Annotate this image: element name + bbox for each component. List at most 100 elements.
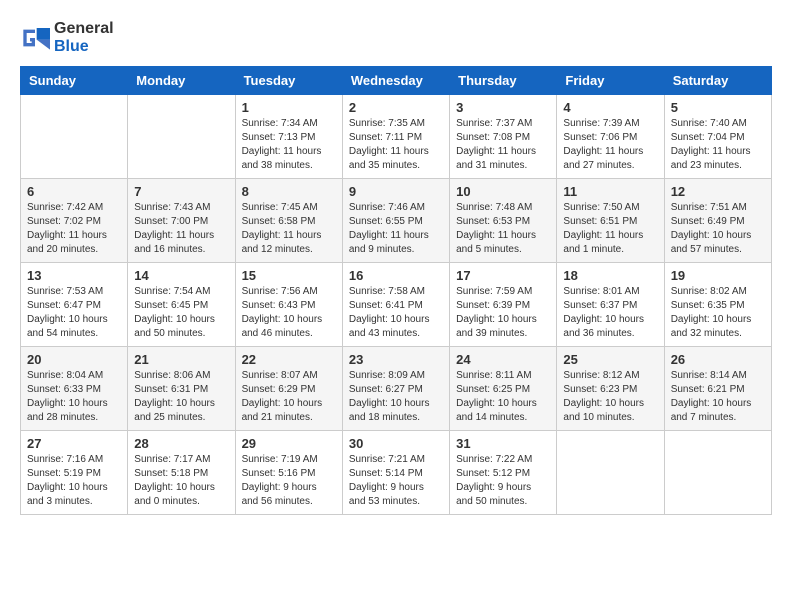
day-number: 12 bbox=[671, 184, 765, 199]
calendar-cell: 29 Sunrise: 7:19 AM Sunset: 5:16 PM Dayli… bbox=[235, 431, 342, 515]
calendar-cell: 8 Sunrise: 7:45 AM Sunset: 6:58 PM Daylig… bbox=[235, 179, 342, 263]
calendar-cell: 27 Sunrise: 7:16 AM Sunset: 5:19 PM Dayli… bbox=[21, 431, 128, 515]
calendar-cell: 7 Sunrise: 7:43 AM Sunset: 7:00 PM Daylig… bbox=[128, 179, 235, 263]
calendar-cell: 18Sunrise: 8:01 AM Sunset: 6:37 PM Dayli… bbox=[557, 263, 664, 347]
day-number: 28 bbox=[134, 436, 228, 451]
calendar-cell: 21 Sunrise: 8:06 AM Sunset: 6:31 PM Dayli… bbox=[128, 347, 235, 431]
day-info: Sunrise: 7:37 AM Sunset: 7:08 PM Dayligh… bbox=[456, 117, 550, 173]
week-row-4: 20Sunrise: 8:04 AM Sunset: 6:33 PM Dayli… bbox=[21, 347, 772, 431]
day-info: Sunrise: 7:35 AM Sunset: 7:11 PM Dayligh… bbox=[349, 117, 443, 173]
day-number: 22 bbox=[242, 352, 336, 367]
day-number: 15 bbox=[242, 268, 336, 283]
week-row-5: 27 Sunrise: 7:16 AM Sunset: 5:19 PM Dayli… bbox=[21, 431, 772, 515]
day-info: Sunrise: 7:19 AM Sunset: 5:16 PM Dayligh… bbox=[242, 453, 336, 509]
day-info: Sunrise: 7:51 AM Sunset: 6:49 PM Dayligh… bbox=[671, 201, 765, 257]
day-info: Sunrise: 7:21 AM Sunset: 5:14 PM Dayligh… bbox=[349, 453, 443, 509]
day-number: 19 bbox=[671, 268, 765, 283]
calendar-cell: 17 Sunrise: 7:59 AM Sunset: 6:39 PM Dayli… bbox=[450, 263, 557, 347]
day-info: Sunrise: 8:12 AM Sunset: 6:23 PM Dayligh… bbox=[563, 369, 657, 425]
day-number: 21 bbox=[134, 352, 228, 367]
calendar-cell: 28 Sunrise: 7:17 AM Sunset: 5:18 PM Dayli… bbox=[128, 431, 235, 515]
day-number: 18 bbox=[563, 268, 657, 283]
day-info: Sunrise: 8:04 AM Sunset: 6:33 PM Dayligh… bbox=[27, 369, 121, 425]
day-number: 29 bbox=[242, 436, 336, 451]
calendar-cell: 1 Sunrise: 7:34 AM Sunset: 7:13 PM Daylig… bbox=[235, 95, 342, 179]
logo-blue: Blue bbox=[54, 38, 89, 55]
calendar-cell: 15 Sunrise: 7:56 AM Sunset: 6:43 PM Dayli… bbox=[235, 263, 342, 347]
day-number: 16 bbox=[349, 268, 443, 283]
day-info: Sunrise: 7:58 AM Sunset: 6:41 PM Dayligh… bbox=[349, 285, 443, 341]
day-info: Sunrise: 8:09 AM Sunset: 6:27 PM Dayligh… bbox=[349, 369, 443, 425]
day-info: Sunrise: 7:45 AM Sunset: 6:58 PM Dayligh… bbox=[242, 201, 336, 257]
day-info: Sunrise: 7:39 AM Sunset: 7:06 PM Dayligh… bbox=[563, 117, 657, 173]
day-info: Sunrise: 7:56 AM Sunset: 6:43 PM Dayligh… bbox=[242, 285, 336, 341]
day-info: Sunrise: 7:34 AM Sunset: 7:13 PM Dayligh… bbox=[242, 117, 336, 173]
calendar-cell: 20Sunrise: 8:04 AM Sunset: 6:33 PM Dayli… bbox=[21, 347, 128, 431]
calendar-cell bbox=[557, 431, 664, 515]
calendar-table: SundayMondayTuesdayWednesdayThursdayFrid… bbox=[20, 66, 772, 515]
calendar-cell bbox=[664, 431, 771, 515]
calendar-cell bbox=[128, 95, 235, 179]
calendar-cell: 31 Sunrise: 7:22 AM Sunset: 5:12 PM Dayli… bbox=[450, 431, 557, 515]
day-info: Sunrise: 7:16 AM Sunset: 5:19 PM Dayligh… bbox=[27, 453, 121, 509]
calendar-cell: 25Sunrise: 8:12 AM Sunset: 6:23 PM Dayli… bbox=[557, 347, 664, 431]
day-info: Sunrise: 7:22 AM Sunset: 5:12 PM Dayligh… bbox=[456, 453, 550, 509]
day-number: 4 bbox=[563, 100, 657, 115]
day-info: Sunrise: 7:17 AM Sunset: 5:18 PM Dayligh… bbox=[134, 453, 228, 509]
day-info: Sunrise: 8:14 AM Sunset: 6:21 PM Dayligh… bbox=[671, 369, 765, 425]
calendar-cell: 22 Sunrise: 8:07 AM Sunset: 6:29 PM Dayli… bbox=[235, 347, 342, 431]
day-number: 14 bbox=[134, 268, 228, 283]
logo-general: General bbox=[54, 20, 114, 37]
day-number: 7 bbox=[134, 184, 228, 199]
day-number: 26 bbox=[671, 352, 765, 367]
day-number: 5 bbox=[671, 100, 765, 115]
calendar-cell: 10Sunrise: 7:48 AM Sunset: 6:53 PM Dayli… bbox=[450, 179, 557, 263]
weekday-header-row: SundayMondayTuesdayWednesdayThursdayFrid… bbox=[21, 67, 772, 95]
day-number: 3 bbox=[456, 100, 550, 115]
day-info: Sunrise: 7:40 AM Sunset: 7:04 PM Dayligh… bbox=[671, 117, 765, 173]
day-number: 23 bbox=[349, 352, 443, 367]
week-row-3: 13Sunrise: 7:53 AM Sunset: 6:47 PM Dayli… bbox=[21, 263, 772, 347]
week-row-2: 6 Sunrise: 7:42 AM Sunset: 7:02 PM Daylig… bbox=[21, 179, 772, 263]
day-number: 9 bbox=[349, 184, 443, 199]
day-info: Sunrise: 7:59 AM Sunset: 6:39 PM Dayligh… bbox=[456, 285, 550, 341]
calendar-cell: 13Sunrise: 7:53 AM Sunset: 6:47 PM Dayli… bbox=[21, 263, 128, 347]
weekday-header-friday: Friday bbox=[557, 67, 664, 95]
day-number: 31 bbox=[456, 436, 550, 451]
calendar-cell: 2Sunrise: 7:35 AM Sunset: 7:11 PM Daylig… bbox=[342, 95, 449, 179]
calendar-cell: 23 Sunrise: 8:09 AM Sunset: 6:27 PM Dayli… bbox=[342, 347, 449, 431]
day-number: 27 bbox=[27, 436, 121, 451]
logo: General Blue bbox=[20, 20, 114, 56]
weekday-header-saturday: Saturday bbox=[664, 67, 771, 95]
day-info: Sunrise: 7:50 AM Sunset: 6:51 PM Dayligh… bbox=[563, 201, 657, 257]
day-number: 1 bbox=[242, 100, 336, 115]
day-info: Sunrise: 7:53 AM Sunset: 6:47 PM Dayligh… bbox=[27, 285, 121, 341]
calendar-cell: 9 Sunrise: 7:46 AM Sunset: 6:55 PM Daylig… bbox=[342, 179, 449, 263]
day-number: 24 bbox=[456, 352, 550, 367]
day-info: Sunrise: 7:54 AM Sunset: 6:45 PM Dayligh… bbox=[134, 285, 228, 341]
calendar-cell: 26 Sunrise: 8:14 AM Sunset: 6:21 PM Dayli… bbox=[664, 347, 771, 431]
day-info: Sunrise: 8:11 AM Sunset: 6:25 PM Dayligh… bbox=[456, 369, 550, 425]
day-info: Sunrise: 7:43 AM Sunset: 7:00 PM Dayligh… bbox=[134, 201, 228, 257]
weekday-header-sunday: Sunday bbox=[21, 67, 128, 95]
calendar-cell: 16 Sunrise: 7:58 AM Sunset: 6:41 PM Dayli… bbox=[342, 263, 449, 347]
day-number: 8 bbox=[242, 184, 336, 199]
weekday-header-tuesday: Tuesday bbox=[235, 67, 342, 95]
day-number: 17 bbox=[456, 268, 550, 283]
day-number: 11 bbox=[563, 184, 657, 199]
day-info: Sunrise: 7:46 AM Sunset: 6:55 PM Dayligh… bbox=[349, 201, 443, 257]
logo-icon bbox=[20, 26, 50, 50]
day-info: Sunrise: 8:07 AM Sunset: 6:29 PM Dayligh… bbox=[242, 369, 336, 425]
calendar-cell: 14 Sunrise: 7:54 AM Sunset: 6:45 PM Dayli… bbox=[128, 263, 235, 347]
week-row-1: 1 Sunrise: 7:34 AM Sunset: 7:13 PM Daylig… bbox=[21, 95, 772, 179]
day-info: Sunrise: 7:42 AM Sunset: 7:02 PM Dayligh… bbox=[27, 201, 121, 257]
calendar-cell: 11 Sunrise: 7:50 AM Sunset: 6:51 PM Dayli… bbox=[557, 179, 664, 263]
day-number: 30 bbox=[349, 436, 443, 451]
weekday-header-wednesday: Wednesday bbox=[342, 67, 449, 95]
day-number: 6 bbox=[27, 184, 121, 199]
calendar-cell: 4 Sunrise: 7:39 AM Sunset: 7:06 PM Daylig… bbox=[557, 95, 664, 179]
day-info: Sunrise: 8:02 AM Sunset: 6:35 PM Dayligh… bbox=[671, 285, 765, 341]
weekday-header-monday: Monday bbox=[128, 67, 235, 95]
day-info: Sunrise: 8:06 AM Sunset: 6:31 PM Dayligh… bbox=[134, 369, 228, 425]
calendar-cell: 6 Sunrise: 7:42 AM Sunset: 7:02 PM Daylig… bbox=[21, 179, 128, 263]
